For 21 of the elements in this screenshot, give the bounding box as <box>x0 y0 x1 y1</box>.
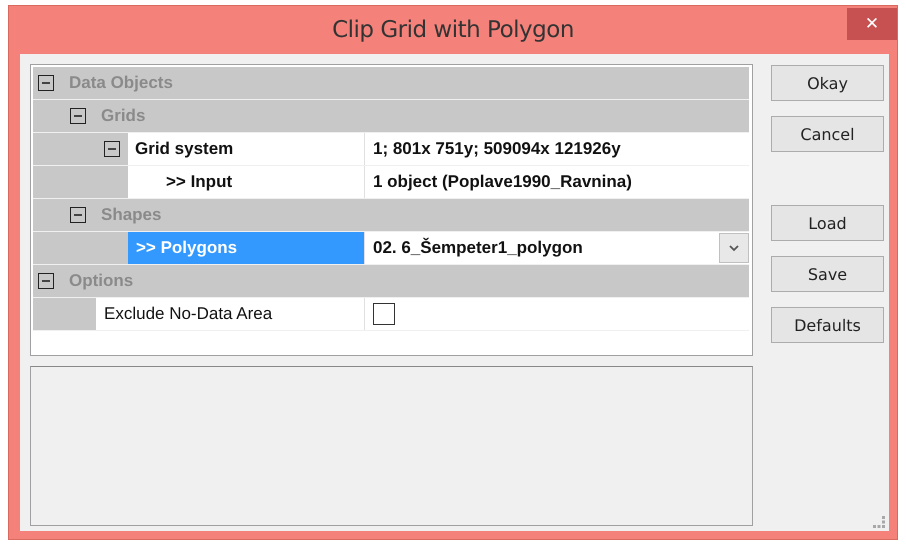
dialog-button[interactable]: Cancel <box>771 116 884 152</box>
category-label: Data Objects <box>69 73 173 93</box>
collapse-icon[interactable] <box>104 141 120 157</box>
category-label: Shapes <box>101 205 162 225</box>
window-title: Clip Grid with Polygon <box>332 17 574 43</box>
collapse-icon[interactable] <box>70 108 86 124</box>
collapse-icon[interactable] <box>38 273 54 289</box>
dialog-button[interactable]: Okay <box>771 65 884 101</box>
settings-button[interactable]: Load <box>771 205 884 241</box>
dropdown-button[interactable] <box>719 233 749 263</box>
dropdown-value[interactable]: 02. 6_Šempeter1_polygon <box>373 238 583 258</box>
close-button[interactable]: ✕ <box>847 8 897 40</box>
collapse-icon[interactable] <box>38 75 54 91</box>
checkbox[interactable] <box>373 303 395 325</box>
settings-button[interactable]: Defaults <box>771 307 884 343</box>
category-label: Options <box>69 271 134 291</box>
collapse-icon[interactable] <box>70 207 86 223</box>
resize-grip-icon[interactable] <box>873 516 885 528</box>
settings-button[interactable]: Save <box>771 256 884 292</box>
category-label: Grids <box>101 106 146 126</box>
chevron-down-icon <box>729 244 739 252</box>
